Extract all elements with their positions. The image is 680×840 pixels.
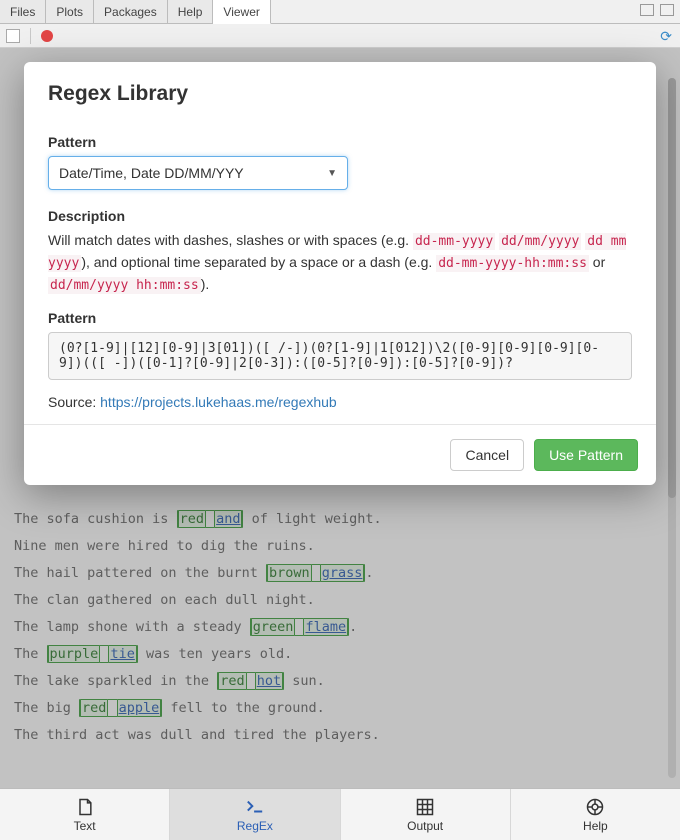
- use-pattern-button[interactable]: Use Pattern: [534, 439, 638, 471]
- bottom-tab-text[interactable]: Text: [0, 789, 170, 840]
- modal-title: Regex Library: [48, 82, 632, 106]
- tab-help[interactable]: Help: [168, 0, 214, 23]
- separator: [30, 28, 31, 44]
- source-line: Source: https://projects.lukehaas.me/reg…: [48, 394, 632, 410]
- pattern-code-label: Pattern: [48, 310, 632, 326]
- bottom-tab-label: Help: [583, 819, 608, 833]
- refresh-icon[interactable]: ⟳: [660, 28, 672, 45]
- pattern-select-label: Pattern: [48, 134, 632, 150]
- pane-tabs: Files Plots Packages Help Viewer: [0, 0, 680, 24]
- stop-icon[interactable]: [41, 30, 53, 42]
- source-link[interactable]: https://projects.lukehaas.me/regexhub: [100, 394, 337, 410]
- tab-viewer[interactable]: Viewer: [213, 0, 270, 24]
- regex-library-modal: Regex Library Pattern Date/Time, Date DD…: [24, 62, 656, 485]
- file-icon: [75, 797, 95, 817]
- bottom-tab-help[interactable]: Help: [511, 789, 680, 840]
- clear-viewer-icon[interactable]: [6, 29, 20, 43]
- cancel-button[interactable]: Cancel: [450, 439, 524, 471]
- bottom-tabs: Text RegEx Output Help: [0, 788, 680, 840]
- terminal-icon: [244, 797, 266, 817]
- source-label: Source:: [48, 394, 100, 410]
- chevron-down-icon: ▼: [327, 168, 337, 179]
- pattern-code: (0?[1-9]|[12][0-9]|3[01])([ /-])(0?[1-9]…: [48, 332, 632, 380]
- maximize-pane-icon[interactable]: [660, 4, 674, 16]
- bottom-tab-label: RegEx: [237, 819, 273, 833]
- tab-files[interactable]: Files: [0, 0, 46, 23]
- pattern-select[interactable]: Date/Time, Date DD/MM/YYY ▼: [48, 156, 348, 190]
- pattern-select-value: Date/Time, Date DD/MM/YYY: [59, 165, 244, 181]
- modal-footer: Cancel Use Pattern: [24, 424, 656, 485]
- viewer-toolbar: ⟳: [0, 24, 680, 48]
- description-label: Description: [48, 208, 632, 224]
- tab-packages[interactable]: Packages: [94, 0, 168, 23]
- description-text: Will match dates with dashes, slashes or…: [48, 230, 632, 296]
- minimize-pane-icon[interactable]: [640, 4, 654, 16]
- bottom-tab-label: Output: [407, 819, 443, 833]
- bottom-tab-regex[interactable]: RegEx: [170, 789, 340, 840]
- bottom-tab-label: Text: [74, 819, 96, 833]
- grid-icon: [415, 797, 435, 817]
- tab-plots[interactable]: Plots: [46, 0, 94, 23]
- bottom-tab-output[interactable]: Output: [341, 789, 511, 840]
- help-icon: [585, 797, 605, 817]
